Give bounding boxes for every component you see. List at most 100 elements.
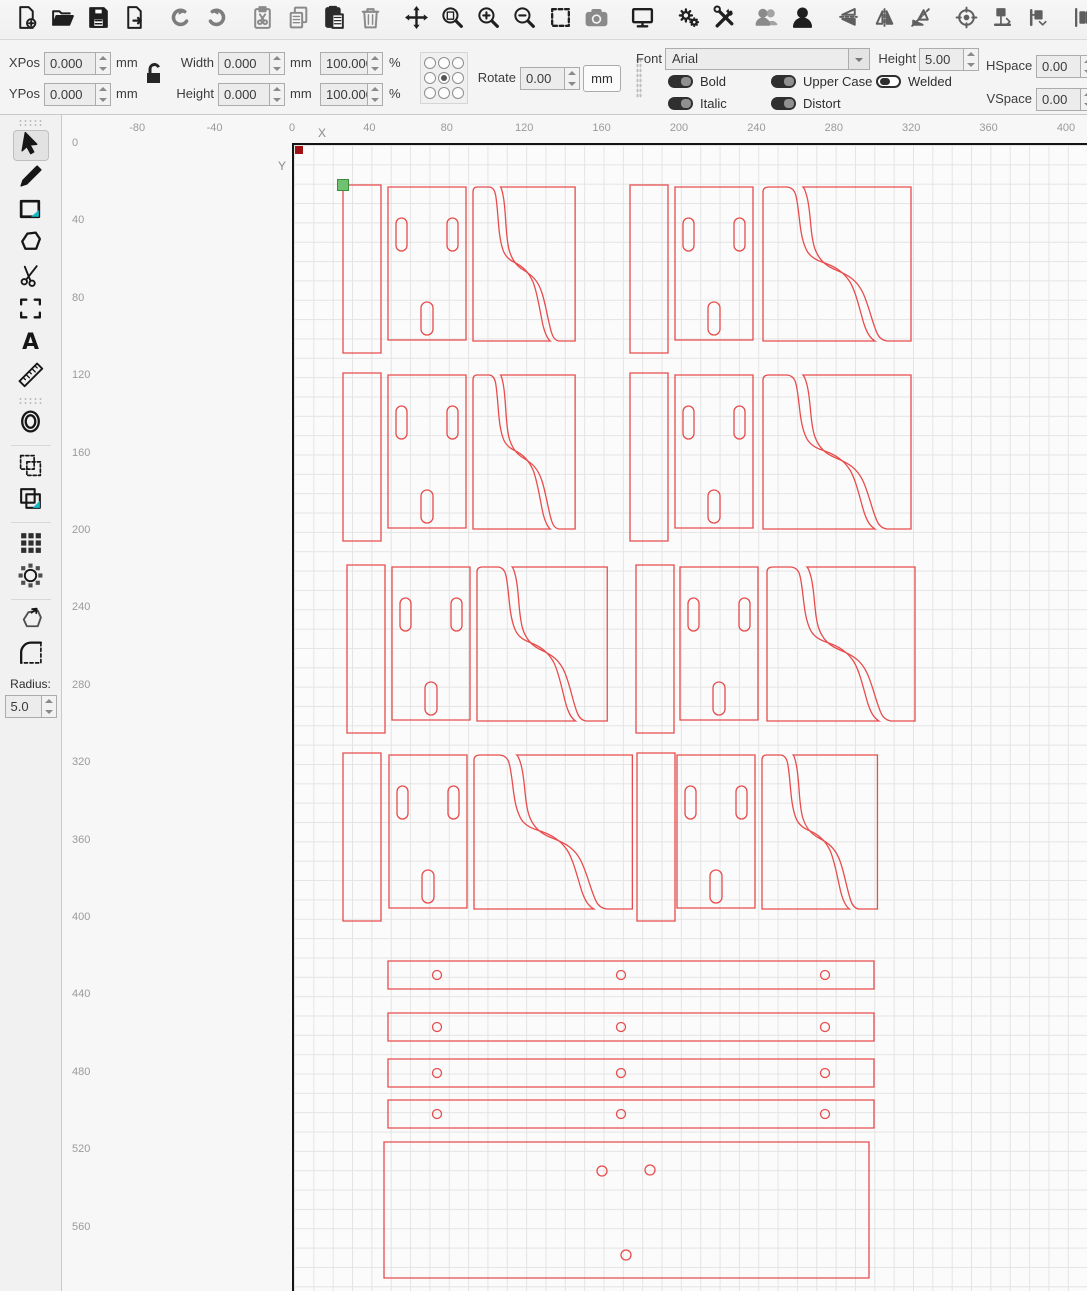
width-scale-field[interactable]: 100.000 xyxy=(320,52,383,75)
ruler-y-label: 520 xyxy=(72,1143,90,1155)
zoom-out-button[interactable] xyxy=(509,4,539,36)
tool-scissors[interactable] xyxy=(13,262,49,293)
delete-button[interactable] xyxy=(355,4,385,36)
italic-toggle[interactable]: Italic xyxy=(668,96,727,111)
export-button[interactable] xyxy=(119,4,149,36)
anchor-middle-right[interactable] xyxy=(452,72,464,84)
anchor-center[interactable] xyxy=(438,72,450,84)
tool-select[interactable] xyxy=(13,130,49,161)
height-scale-field[interactable]: 100.000 xyxy=(320,83,383,106)
tool-fillet[interactable] xyxy=(13,639,49,670)
hspace-field[interactable]: 0.00 xyxy=(1036,55,1087,78)
zoom-fit-button[interactable] xyxy=(437,4,467,36)
work-area[interactable] xyxy=(292,143,1087,1291)
anchor-top-center[interactable] xyxy=(438,57,450,69)
xpos-value[interactable]: 0.000 xyxy=(45,53,95,74)
tool-pencil[interactable] xyxy=(13,163,49,194)
width-scale-value[interactable]: 100.000 xyxy=(321,53,367,74)
bold-toggle[interactable]: Bold xyxy=(668,74,726,89)
uppercase-toggle[interactable]: Upper Case xyxy=(771,74,872,89)
xpos-spinner[interactable] xyxy=(95,53,110,74)
tool-rectangle[interactable] xyxy=(13,196,49,227)
width-field[interactable]: 0.000 xyxy=(218,52,285,75)
flip-horizontal-button[interactable] xyxy=(869,4,899,36)
user-button[interactable] xyxy=(787,4,817,36)
users-button[interactable] xyxy=(751,4,781,36)
distort-toggle[interactable]: Distort xyxy=(771,96,841,111)
tool-polygon[interactable] xyxy=(13,229,49,260)
flip-vertical-button[interactable] xyxy=(833,4,863,36)
height-scale-value[interactable]: 100.000 xyxy=(321,84,367,105)
camera-button[interactable] xyxy=(581,4,611,36)
settings-button[interactable] xyxy=(673,4,703,36)
text-height-value[interactable]: 5.00 xyxy=(920,49,963,70)
tool-boolean-weld[interactable] xyxy=(13,485,49,516)
ypos-value[interactable]: 0.000 xyxy=(45,84,95,105)
paste-button[interactable] xyxy=(319,4,349,36)
undo-button[interactable] xyxy=(165,4,195,36)
tools-button[interactable] xyxy=(709,4,739,36)
rotate-field[interactable]: 0.00 xyxy=(520,67,580,90)
selection-handle[interactable] xyxy=(338,180,349,191)
ypos-spinner[interactable] xyxy=(95,84,110,105)
welded-toggle[interactable]: Welded xyxy=(876,74,952,89)
tool-array-circular[interactable] xyxy=(13,562,49,593)
radius-spinner[interactable] xyxy=(41,696,56,717)
save-button[interactable] xyxy=(83,4,113,36)
anchor-bottom-right[interactable] xyxy=(452,87,464,99)
unit-mm-button[interactable]: mm xyxy=(583,65,621,92)
width-value[interactable]: 0.000 xyxy=(219,53,269,74)
rotate-value[interactable]: 0.00 xyxy=(521,68,564,89)
font-dropdown-arrow[interactable] xyxy=(848,49,869,69)
copy-button[interactable] xyxy=(283,4,313,36)
zoom-in-button[interactable] xyxy=(473,4,503,36)
tool-text[interactable]: A xyxy=(13,328,49,359)
align-vertical-button[interactable] xyxy=(1023,4,1053,36)
text-height-field[interactable]: 5.00 xyxy=(919,48,979,71)
tool-node-edit[interactable] xyxy=(13,295,49,326)
mirror-diagonal-button[interactable] xyxy=(905,4,935,36)
ypos-field[interactable]: 0.000 xyxy=(44,83,111,106)
tool-group[interactable] xyxy=(13,452,49,483)
height-spinner[interactable] xyxy=(269,84,284,105)
xpos-field[interactable]: 0.000 xyxy=(44,52,111,75)
font-combobox[interactable]: Arial xyxy=(665,48,870,70)
width-scale-spinner[interactable] xyxy=(367,53,382,74)
cut-button[interactable] xyxy=(247,4,277,36)
center-point-button[interactable] xyxy=(951,4,981,36)
vspace-spinner[interactable] xyxy=(1080,89,1087,110)
anchor-top-right[interactable] xyxy=(452,57,464,69)
anchor-top-left[interactable] xyxy=(424,57,436,69)
new-file-button[interactable] xyxy=(11,4,41,36)
tool-ellipse[interactable] xyxy=(13,408,49,439)
radius-value[interactable]: 5.0 xyxy=(6,696,41,717)
align-horizontal-button[interactable] xyxy=(987,4,1017,36)
height-scale-spinner[interactable] xyxy=(367,84,382,105)
flip-vertical-icon xyxy=(836,5,861,35)
tool-ruler[interactable] xyxy=(13,361,49,392)
hspace-value[interactable]: 0.00 xyxy=(1037,56,1080,77)
tool-array-grid[interactable] xyxy=(13,529,49,560)
anchor-bottom-left[interactable] xyxy=(424,87,436,99)
width-spinner[interactable] xyxy=(269,53,284,74)
vspace-field[interactable]: 0.00 xyxy=(1036,88,1087,111)
anchor-bottom-center[interactable] xyxy=(438,87,450,99)
distribute-horizontal-button[interactable] xyxy=(1069,4,1087,36)
height-value[interactable]: 0.000 xyxy=(219,84,269,105)
anchor-point-grid[interactable] xyxy=(420,52,468,104)
text-height-spinner[interactable] xyxy=(963,49,978,70)
height-field[interactable]: 0.000 xyxy=(218,83,285,106)
marquee-button[interactable] xyxy=(545,4,575,36)
vspace-value[interactable]: 0.00 xyxy=(1037,89,1080,110)
redo-button[interactable] xyxy=(201,4,231,36)
tool-offset-path[interactable] xyxy=(13,606,49,637)
lock-icon[interactable] xyxy=(144,61,166,92)
hspace-spinner[interactable] xyxy=(1080,56,1087,77)
rotate-spinner[interactable] xyxy=(564,68,579,89)
rotate-label: Rotate xyxy=(470,70,516,85)
display-button[interactable] xyxy=(627,4,657,36)
radius-field[interactable]: 5.0 xyxy=(5,695,57,718)
anchor-middle-left[interactable] xyxy=(424,72,436,84)
open-folder-button[interactable] xyxy=(47,4,77,36)
pan-button[interactable] xyxy=(401,4,431,36)
